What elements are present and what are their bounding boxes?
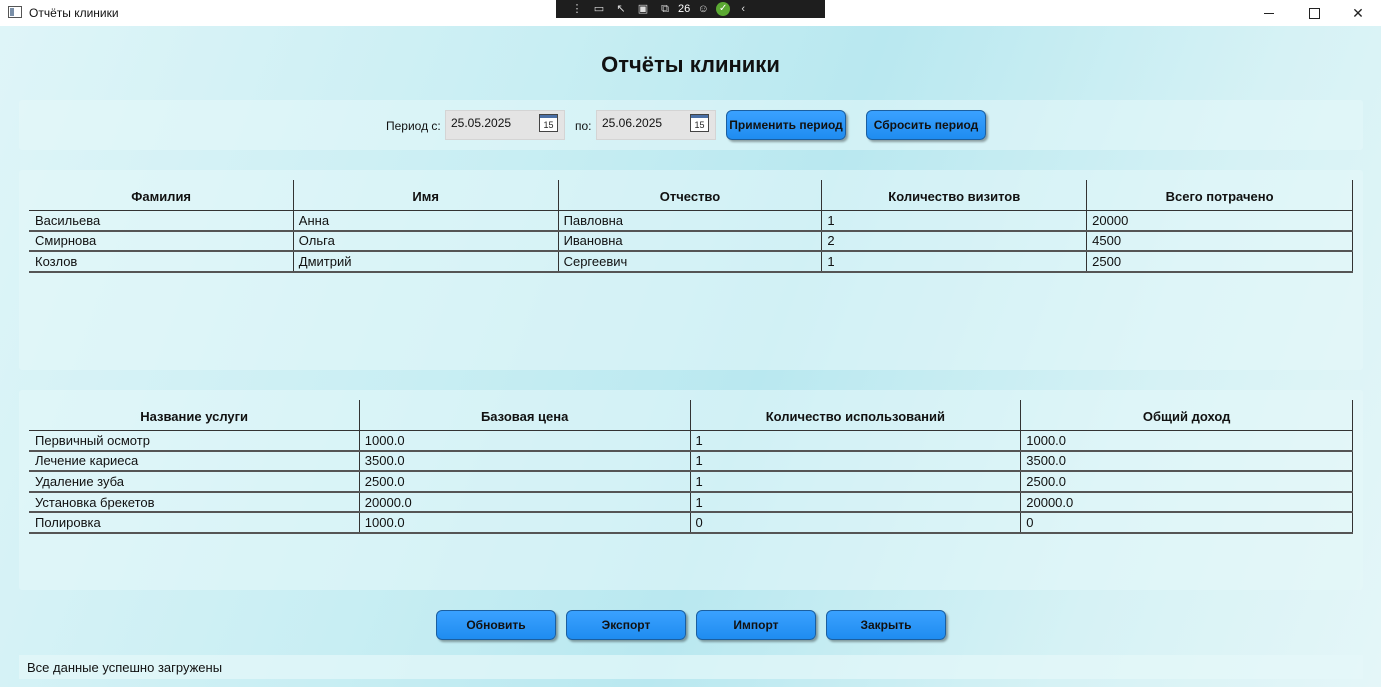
debug-toolbar: ⋮ ▭ ↖ ▣ ⧉ 26 ☺ ✓ ‹ [556, 0, 825, 18]
table-row[interactable]: Полировка 1000.0 0 0 [29, 512, 1353, 534]
cell[interactable]: Полировка [29, 512, 360, 534]
table-row[interactable]: Смирнова Ольга Ивановна 2 4500 [29, 230, 1353, 253]
accessibility-icon[interactable]: ☺ [694, 2, 712, 16]
cell[interactable]: 1 [690, 430, 1022, 452]
services-table: Название услуги Базовая цена Количество … [29, 400, 1353, 534]
date-from-picker[interactable]: 25.05.2025 15 [445, 110, 565, 140]
cell[interactable]: 2500.0 [1020, 471, 1353, 493]
cell[interactable]: 1 [690, 450, 1022, 473]
column-header[interactable]: Название услуги [29, 400, 360, 431]
column-header[interactable]: Имя [293, 180, 559, 211]
apply-period-button[interactable]: Применить период [726, 110, 846, 140]
cell[interactable]: Смирнова [29, 230, 294, 253]
cell[interactable]: 2500.0 [359, 471, 691, 493]
check-icon[interactable]: ✓ [716, 2, 731, 16]
reset-period-button[interactable]: Сбросить период [866, 110, 986, 140]
refresh-button[interactable]: Обновить [436, 610, 556, 640]
cell[interactable]: 3500.0 [1020, 450, 1353, 473]
minimize-button[interactable] [1246, 0, 1292, 26]
column-header[interactable]: Общий доход [1020, 400, 1353, 431]
table-row[interactable]: Козлов Дмитрий Сергеевич 1 2500 [29, 251, 1353, 273]
cell[interactable]: Удаление зуба [29, 471, 360, 493]
services-panel: Название услуги Базовая цена Количество … [19, 390, 1363, 590]
cell[interactable]: 0 [1020, 512, 1353, 534]
date-to-picker[interactable]: 25.06.2025 15 [596, 110, 716, 140]
window-title: Отчёты клиники [29, 6, 119, 20]
table-header-row: Название услуги Базовая цена Количество … [29, 400, 1353, 431]
camera-icon[interactable]: ▭ [590, 2, 608, 16]
period-from-label: Период с: [386, 119, 441, 133]
table-row[interactable]: Удаление зуба 2500.0 1 2500.0 [29, 471, 1353, 493]
cell[interactable]: 1 [690, 471, 1022, 493]
binding-failures-count[interactable]: 26 [678, 2, 690, 16]
cell[interactable]: Васильева [29, 210, 294, 232]
cell[interactable]: 4500 [1086, 230, 1353, 253]
column-header[interactable]: Количество использований [690, 400, 1022, 431]
table-row[interactable]: Васильева Анна Павловна 1 20000 [29, 210, 1353, 232]
date-from-value: 25.05.2025 [451, 116, 512, 130]
cell[interactable]: 20000.0 [1020, 491, 1353, 514]
column-header[interactable]: Всего потрачено [1086, 180, 1353, 211]
cell[interactable]: 1 [821, 210, 1088, 232]
cell[interactable]: Павловна [558, 210, 823, 232]
maximize-button[interactable] [1291, 0, 1337, 26]
column-header[interactable]: Отчество [558, 180, 823, 211]
cell[interactable]: Первичный осмотр [29, 430, 360, 452]
live-tree-icon[interactable]: ⋮ [568, 2, 586, 16]
patients-table: Фамилия Имя Отчество Количество визитов … [29, 180, 1353, 273]
status-bar: Все данные успешно загружены [19, 655, 1363, 679]
export-button[interactable]: Экспорт [566, 610, 686, 640]
table-row[interactable]: Лечение кариеса 3500.0 1 3500.0 [29, 450, 1353, 473]
cell[interactable]: Лечение кариеса [29, 450, 360, 473]
table-header-row: Фамилия Имя Отчество Количество визитов … [29, 180, 1353, 211]
cell[interactable]: 1 [821, 251, 1088, 273]
cell[interactable]: 1000.0 [359, 512, 691, 534]
cell[interactable]: 20000.0 [359, 491, 691, 514]
import-button[interactable]: Импорт [696, 610, 816, 640]
close-window-button[interactable]: ✕ [1335, 0, 1381, 26]
app-icon [8, 6, 22, 18]
cell[interactable]: Ивановна [558, 230, 823, 253]
date-to-value: 25.06.2025 [602, 116, 663, 130]
page-title: Отчёты клиники [601, 52, 780, 77]
cell[interactable]: 0 [690, 512, 1022, 534]
cell[interactable]: 1 [690, 491, 1022, 514]
cell[interactable]: Ольга [293, 230, 559, 253]
cell[interactable]: 1000.0 [359, 430, 691, 452]
cell[interactable]: 20000 [1086, 210, 1353, 232]
column-header[interactable]: Количество визитов [821, 180, 1088, 211]
cell[interactable]: Сергеевич [558, 251, 823, 273]
column-header[interactable]: Базовая цена [359, 400, 691, 431]
cell[interactable]: Анна [293, 210, 559, 232]
cell[interactable]: 1000.0 [1020, 430, 1353, 452]
cell[interactable]: 2500 [1086, 251, 1353, 273]
cell[interactable]: Дмитрий [293, 251, 559, 273]
title-bar: Отчёты клиники ⋮ ▭ ↖ ▣ ⧉ 26 ☺ ✓ ‹ ✕ [0, 0, 1381, 26]
table-row[interactable]: Установка брекетов 20000.0 1 20000.0 [29, 491, 1353, 514]
patients-panel: Фамилия Имя Отчество Количество визитов … [19, 170, 1363, 370]
period-to-label: по: [575, 119, 592, 133]
column-header[interactable]: Фамилия [29, 180, 294, 211]
cell[interactable]: Козлов [29, 251, 294, 273]
cell[interactable]: Установка брекетов [29, 491, 360, 514]
cell[interactable]: 3500.0 [359, 450, 691, 473]
calendar-icon[interactable]: 15 [539, 114, 558, 132]
cell[interactable]: 2 [821, 230, 1088, 253]
display-layout-icon[interactable]: ▣ [634, 2, 652, 16]
close-button[interactable]: Закрыть [826, 610, 946, 640]
period-panel: Период с: 25.05.2025 15 по: 25.06.2025 1… [19, 100, 1363, 150]
table-row[interactable]: Первичный осмотр 1000.0 1 1000.0 [29, 430, 1353, 452]
collapse-icon[interactable]: ‹ [734, 2, 752, 16]
calendar-icon[interactable]: 15 [690, 114, 709, 132]
select-element-icon[interactable]: ↖ [612, 2, 630, 16]
track-focus-icon[interactable]: ⧉ [656, 2, 674, 16]
